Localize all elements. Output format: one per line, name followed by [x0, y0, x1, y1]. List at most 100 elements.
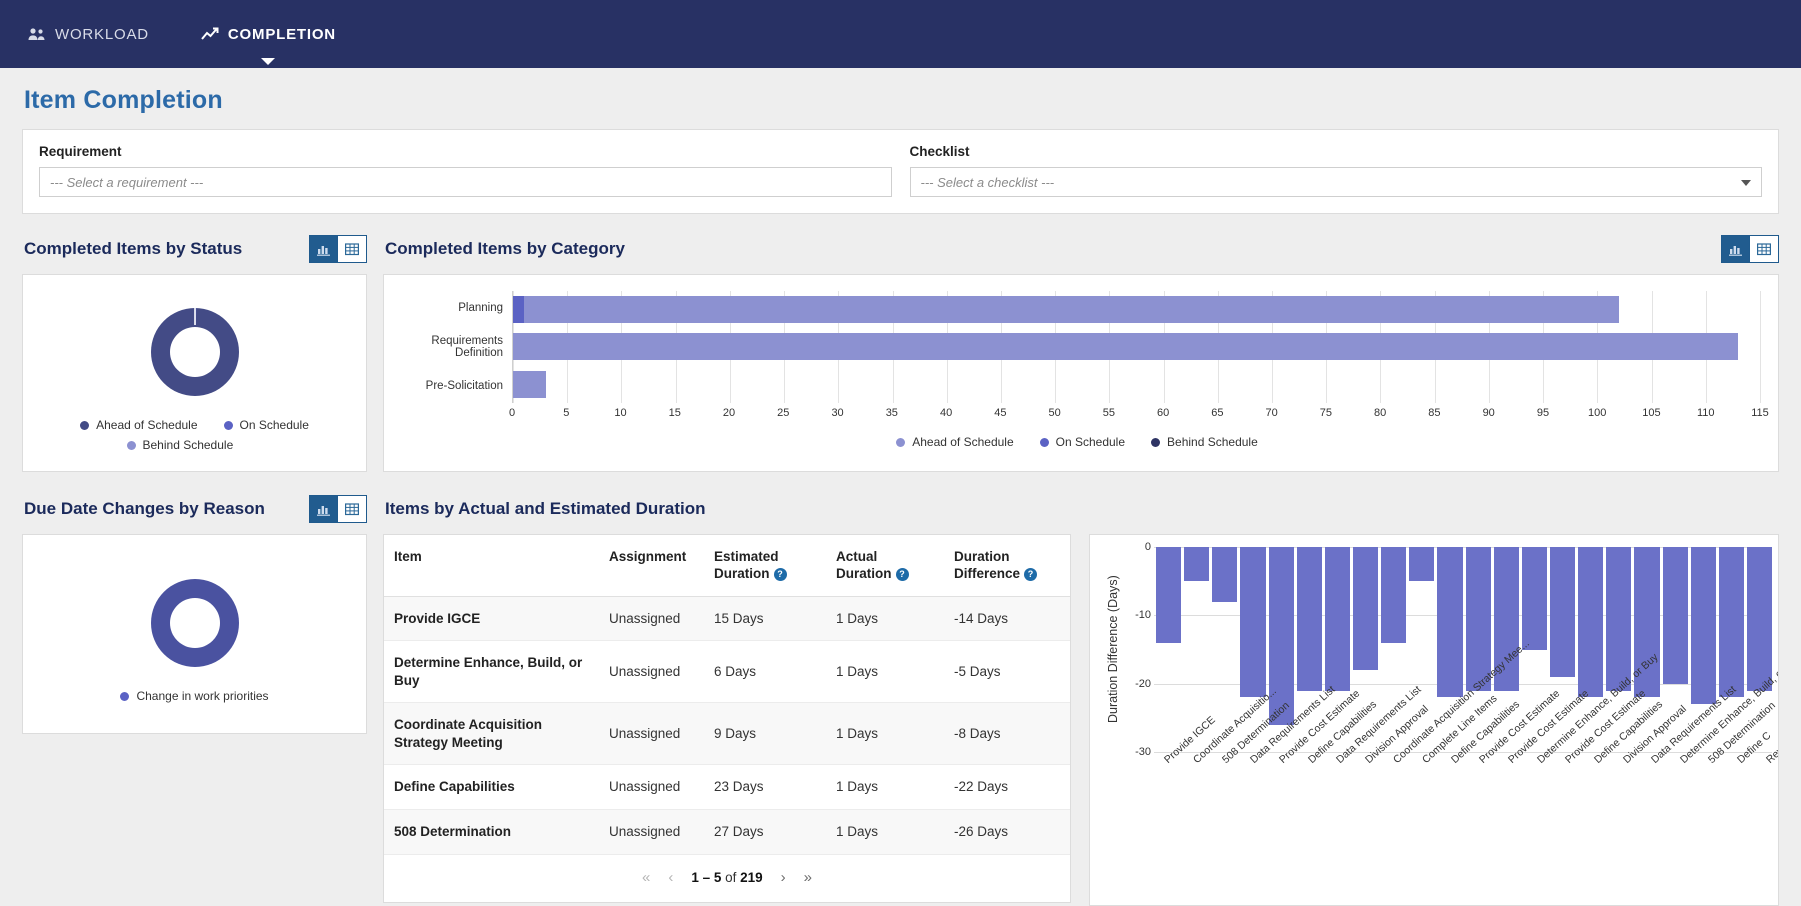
- status-donut-card: Ahead of Schedule On Schedule Behind Sch…: [22, 274, 367, 472]
- nav-item-completion[interactable]: COMPLETION: [195, 22, 342, 65]
- requirement-filter: Requirement --- Select a requirement ---: [39, 144, 892, 197]
- status-chart-view-button[interactable]: [309, 235, 338, 263]
- cell-assignment: Unassigned: [599, 764, 704, 811]
- reason-table-view-button[interactable]: [338, 495, 367, 523]
- duration-bar[interactable]: [1578, 547, 1604, 698]
- legend-item-ahead[interactable]: Ahead of Schedule: [896, 435, 1014, 449]
- duration-bar[interactable]: [1662, 547, 1688, 684]
- nav-item-workload-label: WORKLOAD: [55, 25, 149, 43]
- x-tick-label: 45: [994, 407, 1007, 419]
- pagination-total: 219: [740, 869, 763, 885]
- table-row[interactable]: Provide IGCE Unassigned 15 Days 1 Days -14 D…: [384, 596, 1070, 642]
- legend-label-on: On Schedule: [239, 418, 309, 432]
- nav-item-workload[interactable]: WORKLOAD: [22, 22, 155, 47]
- help-icon[interactable]: ?: [773, 568, 787, 581]
- table-row[interactable]: 508 Determination Unassigned 27 Days 1 Days…: [384, 809, 1070, 855]
- category-chart-view-button[interactable]: [1721, 235, 1750, 263]
- status-section-title: Completed Items by Status: [24, 239, 243, 258]
- duration-bar[interactable]: [1521, 547, 1547, 650]
- category-bar-row[interactable]: [513, 296, 1760, 324]
- legend-item-behind[interactable]: Behind Schedule: [126, 438, 234, 452]
- duration-bar[interactable]: [1296, 547, 1322, 691]
- bar-segment[interactable]: [513, 296, 524, 324]
- last-page-button[interactable]: »: [804, 869, 812, 886]
- column-estimated-duration: Estimated Duration?: [704, 535, 826, 597]
- bar-chart-icon: [1728, 245, 1742, 256]
- duration-bar[interactable]: [1212, 547, 1238, 602]
- legend-item-ahead[interactable]: Ahead of Schedule: [80, 418, 198, 432]
- category-bar-row[interactable]: [513, 370, 1760, 398]
- bar-segment[interactable]: [523, 296, 1620, 324]
- table-row[interactable]: Define Capabilities Unassigned 23 Days 1 Da…: [384, 764, 1070, 811]
- duration-bar[interactable]: [1381, 547, 1407, 643]
- duration-bar[interactable]: [1352, 547, 1379, 670]
- legend-label-behind: Behind Schedule: [142, 438, 234, 452]
- cell-assignment: Unassigned: [599, 596, 704, 642]
- help-icon[interactable]: ?: [1024, 568, 1038, 581]
- legend-dot-on: [223, 420, 233, 430]
- cell-difference: -14 Days: [944, 596, 1070, 642]
- bar-segment[interactable]: [513, 370, 546, 398]
- legend-item-change-priorities[interactable]: Change in work priorities: [120, 689, 269, 703]
- x-tick-label: 75: [1319, 407, 1333, 419]
- cell-assignment: Unassigned: [599, 809, 704, 855]
- legend-item-on[interactable]: On Schedule: [223, 418, 309, 432]
- status-table-view-button[interactable]: [338, 235, 367, 263]
- duration-bar[interactable]: [1324, 547, 1350, 691]
- reason-section-title: Due Date Changes by Reason: [24, 499, 265, 518]
- category-view-toggle: [1721, 235, 1779, 263]
- category-y-label-0: Planning: [458, 301, 503, 314]
- duration-table: Item Assignment Estimated Duration? Actu…: [384, 535, 1070, 855]
- help-icon[interactable]: ?: [895, 568, 909, 581]
- status-donut-chart[interactable]: [143, 300, 247, 404]
- status-view-toggle: [309, 235, 367, 263]
- next-page-button[interactable]: ›: [781, 869, 786, 886]
- duration-bar[interactable]: [1718, 547, 1744, 698]
- checklist-filter: Checklist --- Select a checklist ---: [909, 144, 1762, 197]
- reason-legend: Change in work priorities: [75, 689, 315, 703]
- x-tick-label: 100: [1588, 407, 1607, 419]
- duration-bar[interactable]: [1240, 547, 1266, 698]
- duration-bar[interactable]: [1184, 547, 1210, 582]
- duration-section-header: Items by Actual and Estimated Duration: [385, 494, 1779, 524]
- category-table-view-button[interactable]: [1750, 235, 1779, 263]
- cell-estimated: 9 Days: [704, 702, 826, 766]
- status-legend: Ahead of Schedule On Schedule Behind Sch…: [75, 418, 315, 452]
- x-tick-label: 95: [1536, 407, 1550, 419]
- category-x-axis: 0 5 10 15 20 25 30 35 40 45 50 55 60 65 70 75 80 85 90 95 10…: [509, 405, 1769, 423]
- legend-item-behind[interactable]: Behind Schedule: [1151, 435, 1258, 449]
- category-bar-row[interactable]: [513, 333, 1760, 361]
- requirement-select-value: --- Select a requirement ---: [50, 174, 204, 190]
- requirement-select[interactable]: --- Select a requirement ---: [39, 167, 892, 197]
- x-tick-label: 80: [1374, 407, 1387, 419]
- cell-difference: -22 Days: [944, 764, 1070, 811]
- x-tick-label: 115: [1751, 407, 1769, 419]
- duration-bar[interactable]: [1549, 547, 1576, 677]
- x-tick-label: 10: [614, 407, 627, 419]
- table-pagination: « ‹ 1 – 5 of 219 › »: [384, 855, 1070, 902]
- pagination-range: 1 – 5: [691, 869, 722, 885]
- duration-bar[interactable]: [1156, 547, 1182, 643]
- category-plot-area: [512, 291, 1761, 403]
- previous-page-button[interactable]: ‹: [668, 869, 673, 886]
- bar-segment[interactable]: [513, 333, 1739, 361]
- duration-bar[interactable]: [1606, 547, 1632, 691]
- cell-actual: 1 Days: [826, 809, 944, 855]
- users-icon: [28, 27, 46, 41]
- reason-donut-chart[interactable]: [143, 571, 247, 675]
- cell-difference: -26 Days: [944, 809, 1070, 855]
- legend-dot-ahead: [80, 420, 90, 430]
- table-row[interactable]: Coordinate Acquisition Strategy Meeting U…: [384, 702, 1070, 766]
- column-actual-duration: Actual Duration?: [826, 535, 944, 597]
- duration-bar[interactable]: [1437, 547, 1463, 698]
- x-tick-label: 105: [1642, 407, 1661, 419]
- duration-bar[interactable]: [1409, 547, 1435, 582]
- cell-actual: 1 Days: [826, 640, 944, 704]
- legend-item-on[interactable]: On Schedule: [1039, 435, 1125, 449]
- first-page-button[interactable]: «: [642, 869, 650, 886]
- checklist-select[interactable]: --- Select a checklist ---: [909, 167, 1762, 197]
- duration-bar[interactable]: [1746, 547, 1773, 691]
- duration-bar[interactable]: [1690, 547, 1716, 705]
- table-row[interactable]: Determine Enhance, Build, or Buy Unassign…: [384, 640, 1070, 704]
- reason-chart-view-button[interactable]: [309, 495, 338, 523]
